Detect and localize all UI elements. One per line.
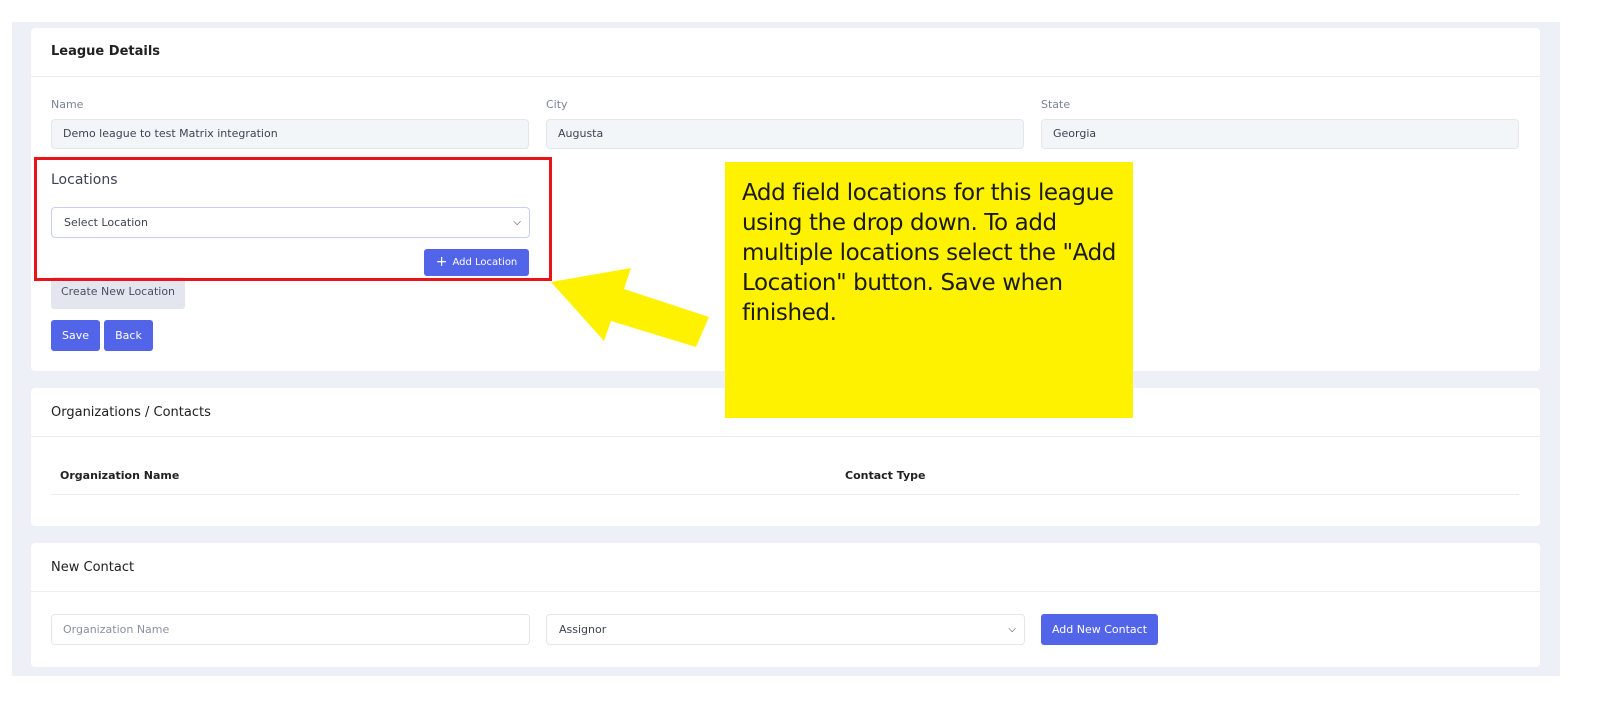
card-title: New Contact [51, 560, 135, 575]
state-label: State [1041, 98, 1071, 111]
create-new-location-button[interactable]: Create New Location [51, 277, 185, 309]
column-header-organization-name: Organization Name [60, 469, 180, 482]
create-new-location-label: Create New Location [60, 285, 176, 298]
back-button[interactable]: Back [104, 320, 153, 351]
city-label: City [546, 98, 568, 111]
contacts-table-header: Organization Name Contact Type [51, 458, 1519, 495]
card-header: League Details [31, 28, 1540, 77]
save-label: Save [61, 329, 89, 342]
name-field[interactable]: Demo league to test Matrix integration [51, 119, 529, 149]
back-label: Back [115, 329, 142, 342]
chevron-down-icon: ⌵ [1008, 624, 1016, 635]
contact-type-value: Assignor [559, 623, 607, 636]
add-new-contact-label: Add New Contact [1051, 623, 1148, 636]
name-label: Name [51, 98, 84, 111]
instruction-callout: Add field locations for this league usin… [725, 162, 1133, 418]
new-contact-card: New Contact Organization Name Assignor ⌵… [31, 543, 1540, 667]
locations-highlight-box [34, 157, 552, 281]
add-new-contact-button[interactable]: Add New Contact [1041, 614, 1158, 645]
organization-name-placeholder: Organization Name [63, 623, 170, 636]
contact-type-select[interactable]: Assignor ⌵ [546, 614, 1025, 645]
city-field[interactable]: Augusta [546, 119, 1024, 149]
save-button[interactable]: Save [51, 320, 100, 351]
card-header: New Contact [31, 543, 1540, 592]
instruction-text: Add field locations for this league usin… [742, 180, 1116, 326]
card-title: Organizations / Contacts [51, 405, 211, 420]
card-title: League Details [51, 44, 161, 59]
organization-name-input[interactable]: Organization Name [51, 614, 530, 645]
column-header-contact-type: Contact Type [845, 469, 926, 482]
state-field[interactable]: Georgia [1041, 119, 1519, 149]
